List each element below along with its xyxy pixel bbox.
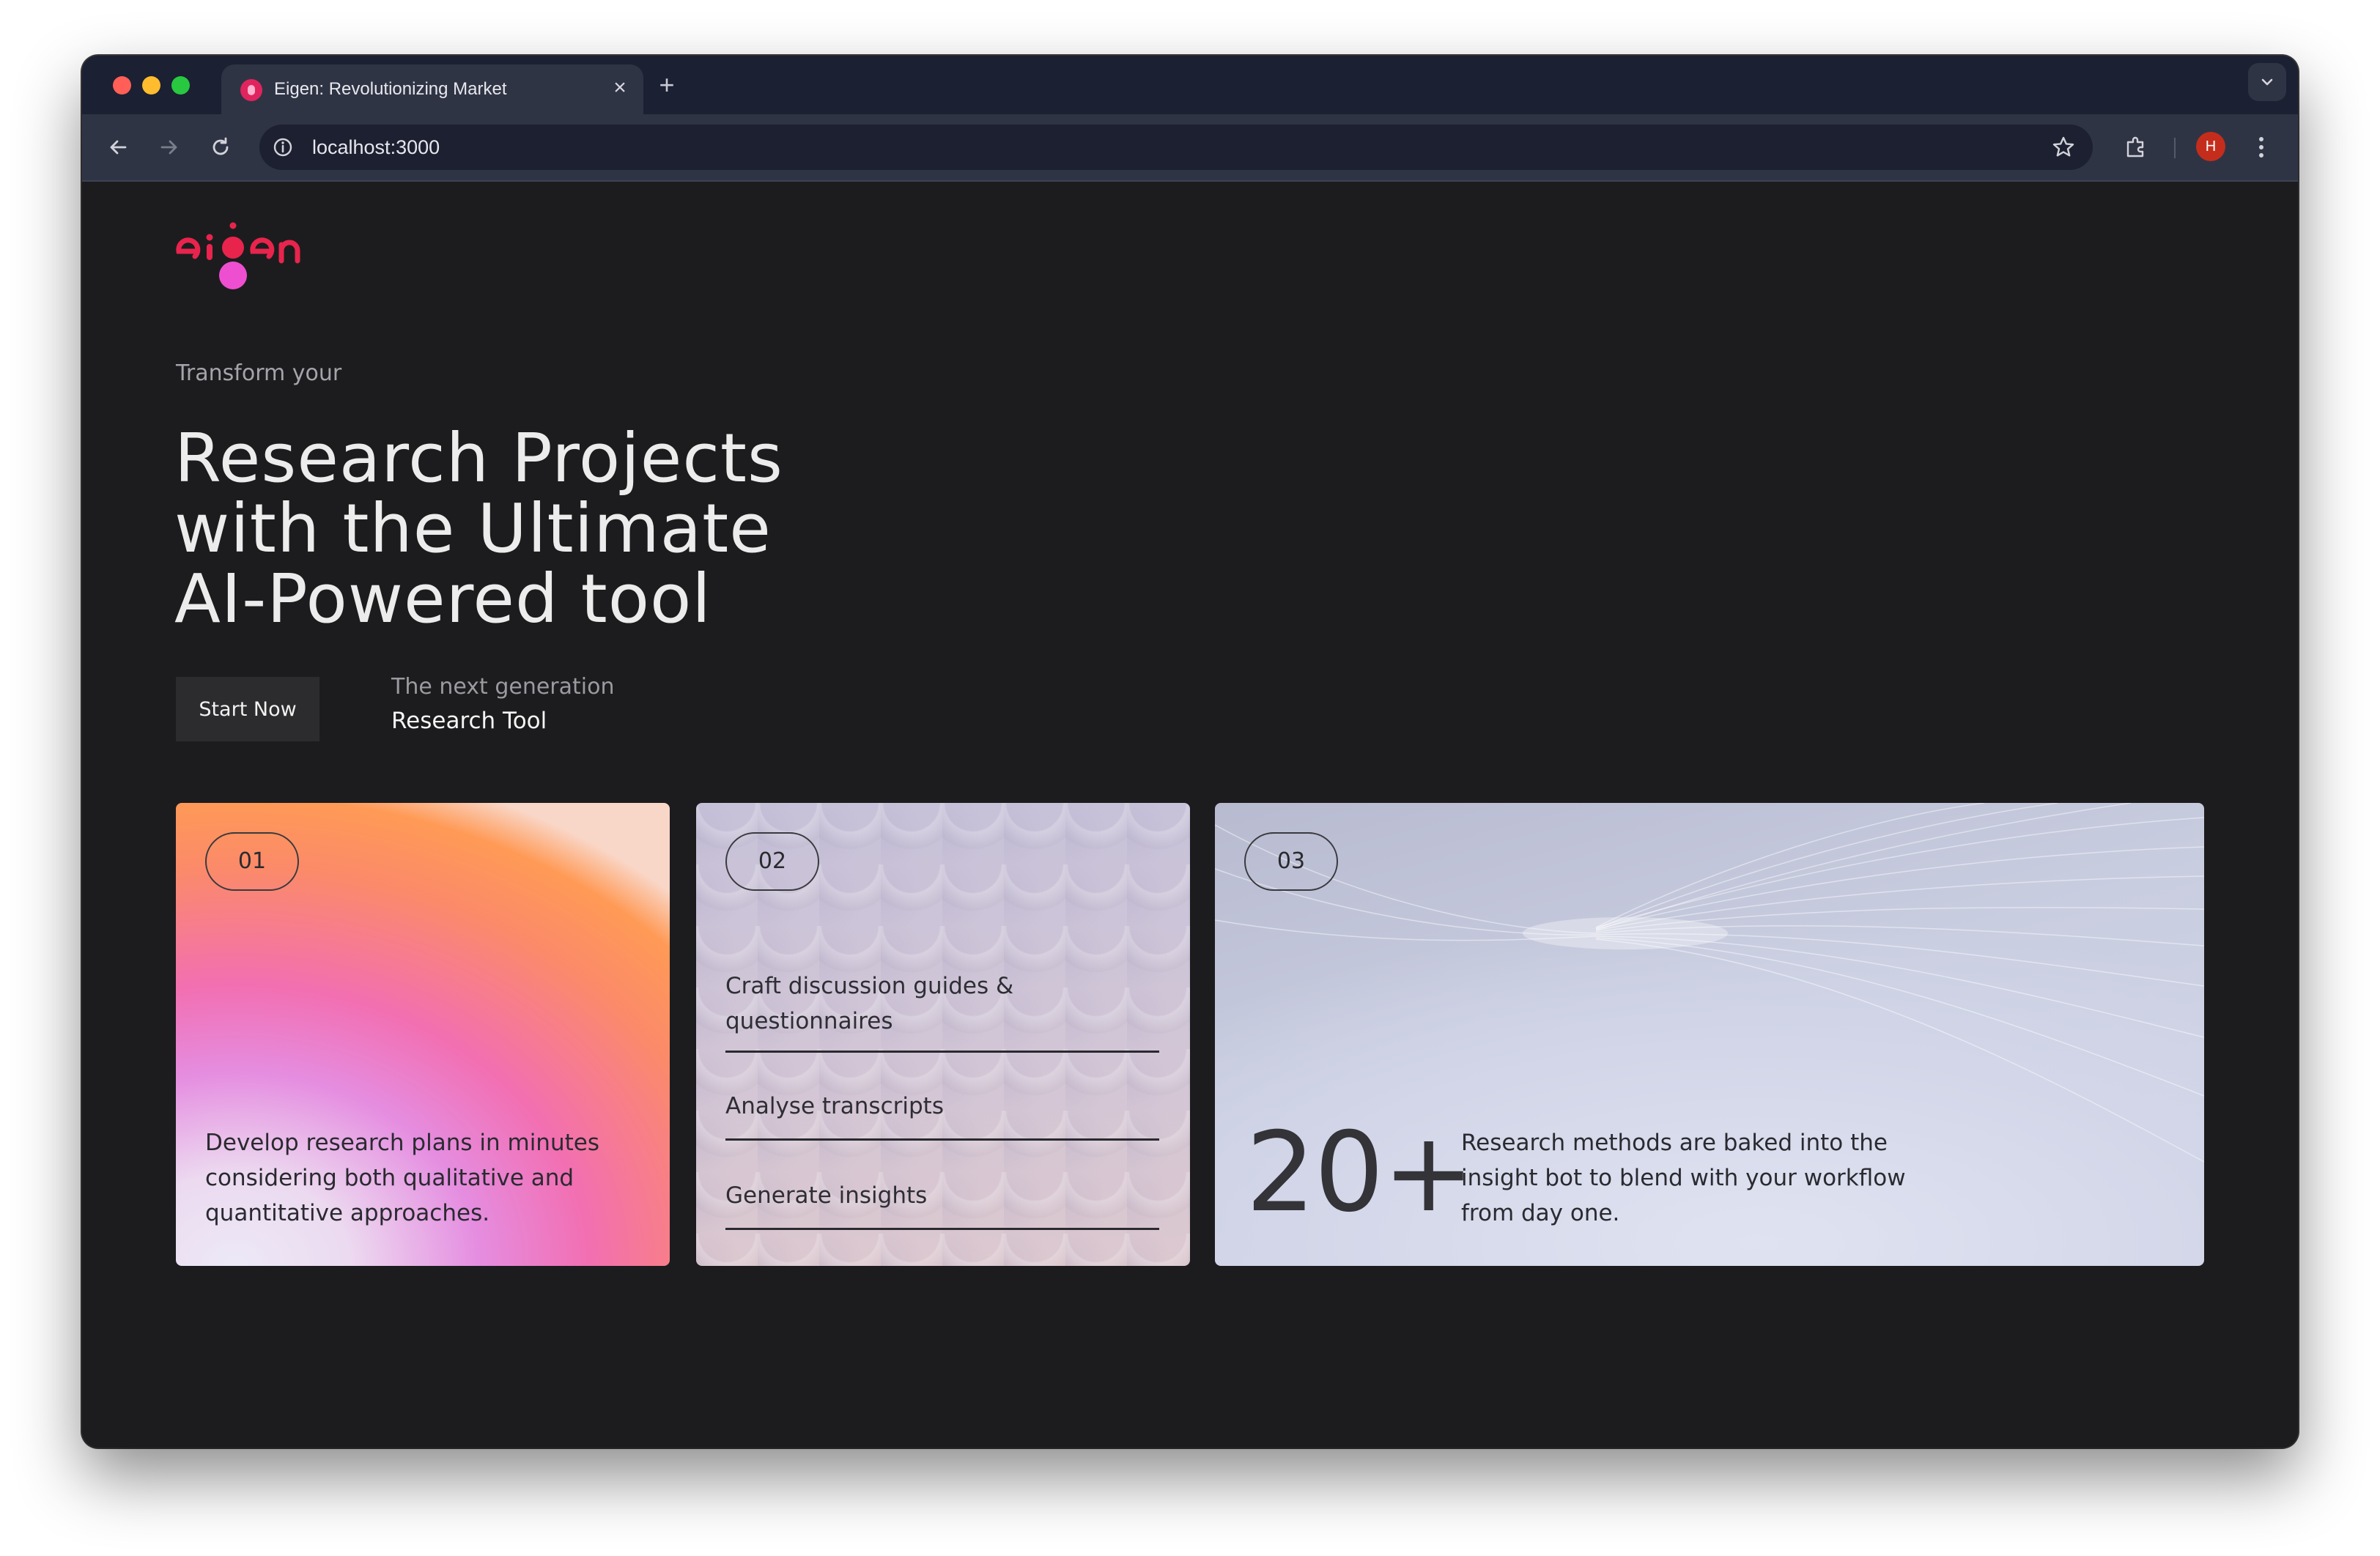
reload-button[interactable]: [204, 130, 237, 164]
browser-window: Eigen: Revolutionizing Market × + localh…: [82, 56, 2298, 1448]
toolbar-divider: [2174, 138, 2176, 158]
browser-toolbar: localhost:3000 H: [82, 114, 2298, 182]
capability-item: Craft discussion guides & questionnaires: [725, 968, 1159, 1053]
eigen-favicon-icon: [240, 79, 262, 101]
card-number-badge: 03: [1244, 832, 1338, 891]
address-bar[interactable]: localhost:3000: [259, 125, 2093, 170]
card-description: Develop research plans in minutes consid…: [205, 1130, 599, 1226]
tab-bar: Eigen: Revolutionizing Market × +: [82, 56, 2298, 114]
more-vertical-icon: [2259, 137, 2263, 158]
profile-avatar[interactable]: H: [2196, 132, 2225, 161]
card-number-badge: 01: [205, 832, 299, 891]
arrow-left-icon: [110, 140, 127, 155]
feature-card-research-plans: 01 Develop research plans in minutes con…: [176, 803, 670, 1266]
browser-menu-button[interactable]: [2248, 132, 2274, 163]
extensions-button[interactable]: [2119, 130, 2153, 164]
card-description: Research methods are baked into the insi…: [1461, 1130, 1906, 1226]
maximize-window-button[interactable]: [171, 76, 190, 95]
new-tab-icon[interactable]: +: [652, 70, 681, 100]
reload-icon: [212, 137, 229, 155]
headline-line: Research Projects: [174, 419, 783, 497]
close-tab-icon[interactable]: ×: [607, 75, 633, 101]
headline-line: AI-Powered tool: [174, 560, 712, 638]
capability-item: Analyse transcripts: [725, 1089, 1159, 1141]
eigen-logo[interactable]: [174, 220, 314, 293]
tagline-title: Research Tool: [391, 708, 547, 734]
arrow-right-icon: [160, 140, 177, 155]
browser-tab[interactable]: Eigen: Revolutionizing Market ×: [221, 64, 643, 114]
tagline-subtitle: The next generation: [391, 674, 615, 700]
card-number-badge: 02: [725, 832, 819, 891]
capability-item: Generate insights: [725, 1178, 1159, 1230]
back-button[interactable]: [101, 130, 135, 164]
tab-search-button[interactable]: [2248, 63, 2286, 101]
url-text: localhost:3000: [312, 136, 440, 158]
hero-headline: Research Projects with the Ultimate AI-P…: [174, 423, 907, 634]
puzzle-icon: [2126, 136, 2144, 158]
chevron-down-icon: [2261, 78, 2273, 86]
minimize-window-button[interactable]: [142, 76, 160, 95]
site-info-icon[interactable]: [271, 136, 295, 159]
close-window-button[interactable]: [113, 76, 131, 95]
start-now-button[interactable]: Start Now: [176, 677, 319, 741]
forward-button[interactable]: [152, 130, 186, 164]
bookmark-star-icon[interactable]: [2050, 134, 2077, 160]
stat-number: 20+: [1246, 1109, 1475, 1237]
feature-card-capabilities: 02 Craft discussion guides & questionnai…: [696, 803, 1190, 1266]
hero-eyebrow: Transform your: [176, 360, 342, 386]
page-content: Transform your Research Projects with th…: [82, 182, 2298, 1448]
headline-line: with the Ultimate: [174, 489, 772, 568]
feature-card-research-methods: 03 20+ Research methods are baked into t…: [1215, 803, 2204, 1266]
tab-title: Eigen: Revolutionizing Market: [274, 79, 507, 99]
